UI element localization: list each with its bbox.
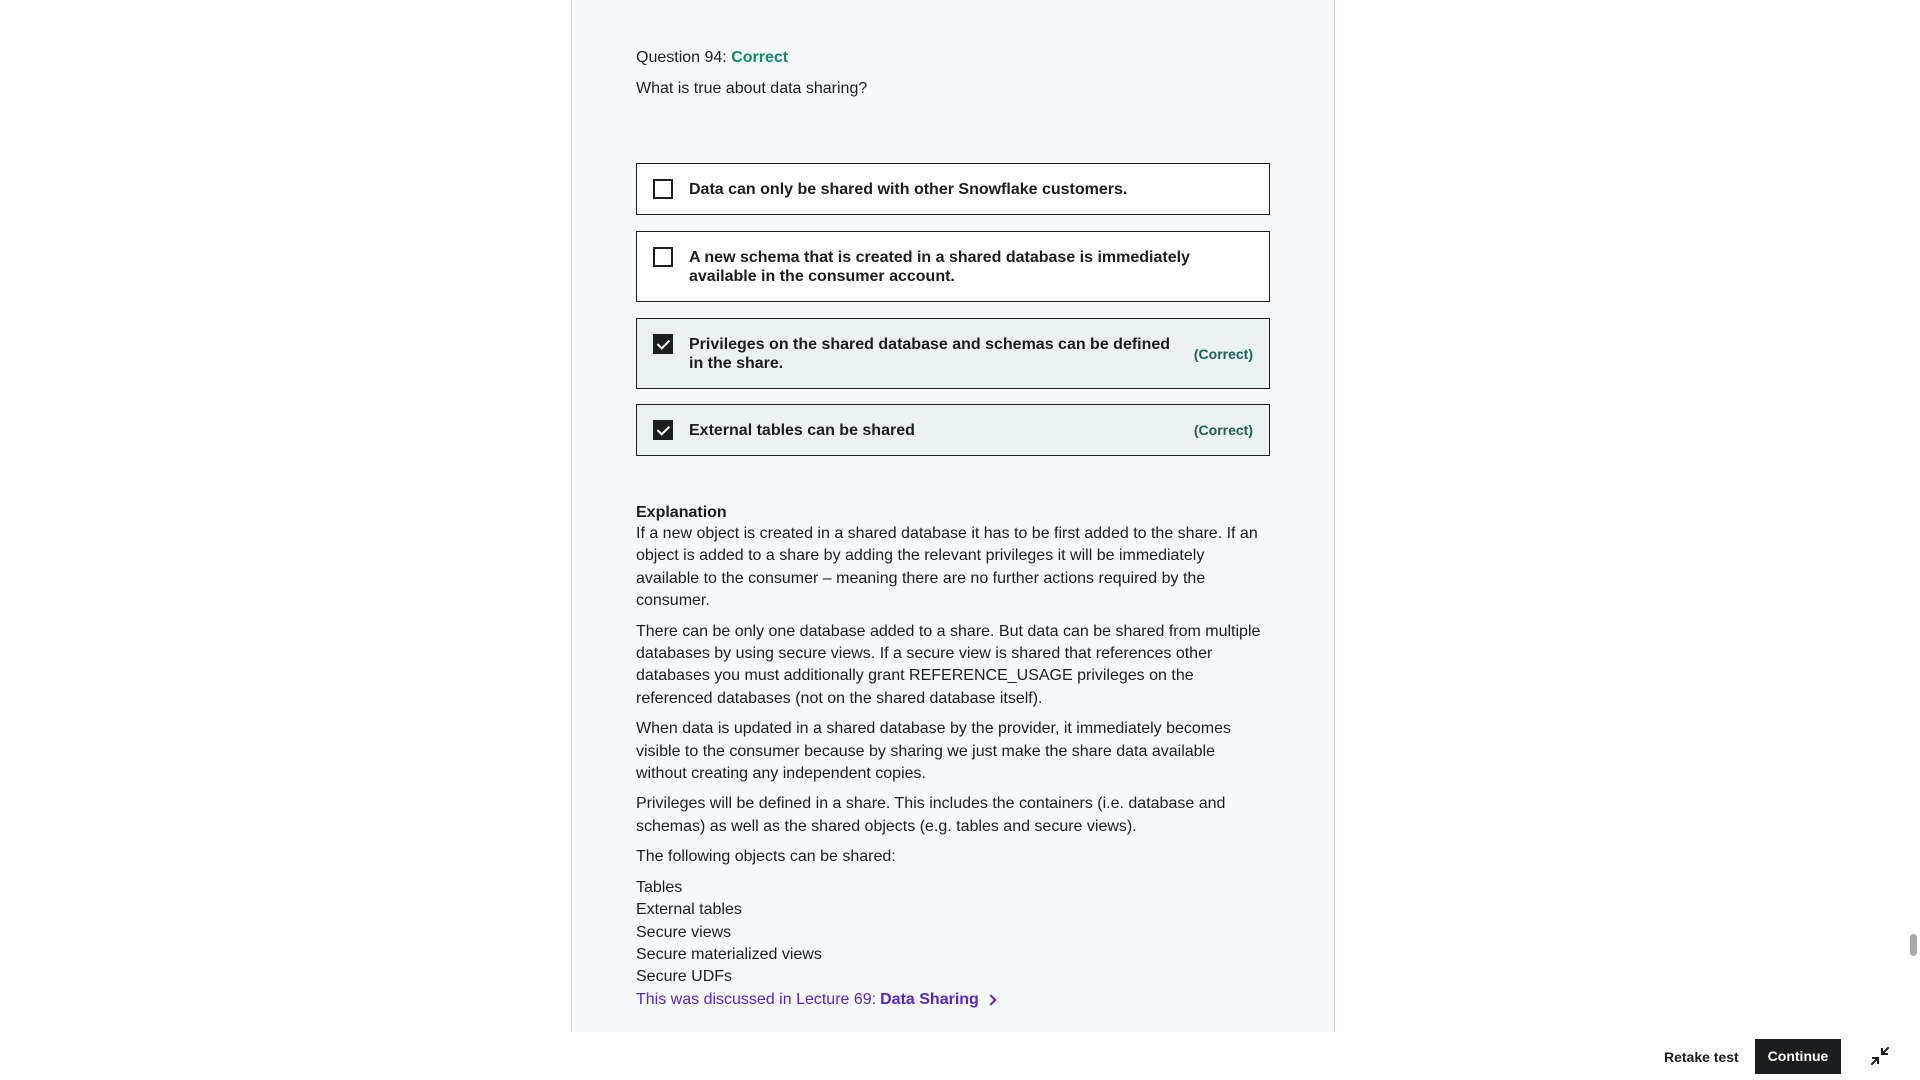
lecture-name: Data Sharing [880, 990, 979, 1008]
scrollbar-thumb[interactable] [1910, 934, 1917, 956]
page-scrollbar[interactable] [1906, 0, 1920, 1080]
list-item: External tables [636, 901, 742, 919]
list-item: Secure materialized views [636, 945, 822, 963]
explanation-paragraph: Privileges will be defined in a share. T… [636, 795, 1226, 835]
list-item: Secure UDFs [636, 968, 733, 986]
correct-tag: (Correct) [1193, 345, 1253, 362]
explanation-paragraph: When data is updated in a shared databas… [636, 720, 1232, 783]
correct-tag: (Correct) [1193, 422, 1253, 438]
answer-option-4: External tables can be shared (Correct) [636, 404, 1270, 456]
chevron-right-icon [985, 994, 997, 1006]
list-item: Secure views [636, 923, 732, 941]
question-header: Question 94: Correct [636, 48, 1270, 68]
answer-option-2: A new schema that is created in a shared… [636, 231, 1270, 302]
list-item: Tables [636, 878, 683, 896]
checkbox-checked-icon [653, 420, 673, 440]
question-status: Correct [731, 49, 789, 66]
explanation-paragraph: There can be only one database added to … [636, 622, 1261, 707]
checkbox-icon [653, 179, 673, 199]
lecture-link[interactable]: This was discussed in Lecture 69: Data S… [636, 989, 997, 1011]
checkbox-checked-icon [653, 334, 673, 354]
question-panel: Question 94: Correct What is true about … [571, 0, 1335, 1032]
answer-text: A new schema that is created in a shared… [689, 249, 1190, 285]
collapse-icon[interactable] [1870, 1046, 1890, 1066]
explanation-paragraph: The following objects can be shared: [636, 848, 896, 866]
explanation: Explanation If a new object is created i… [636, 503, 1270, 1011]
explanation-title: Explanation [636, 504, 727, 521]
checkbox-icon [653, 247, 673, 267]
answer-text: External tables can be shared [689, 422, 915, 439]
question-content: Question 94: Correct What is true about … [636, 48, 1270, 1008]
question-number: Question 94: [636, 49, 727, 66]
collapse-icon-svg [1870, 1046, 1890, 1066]
answer-text: Data can only be shared with other Snowf… [689, 181, 1128, 198]
question-text: What is true about data sharing? [636, 80, 868, 97]
answer-option-3: Privileges on the shared database and sc… [636, 318, 1270, 389]
answer-text: Privileges on the shared database and sc… [689, 336, 1171, 372]
lecture-prefix: This was discussed in Lecture 69: [636, 990, 877, 1008]
explanation-paragraph: If a new object is created in a shared d… [636, 525, 1258, 610]
continue-button[interactable]: Continue [1755, 1039, 1841, 1074]
retake-test-button[interactable]: Retake test [1652, 1040, 1751, 1074]
footer-bar [0, 1032, 1920, 1080]
answer-option-1: Data can only be shared with other Snowf… [636, 163, 1270, 215]
shared-objects-list: Tables External tables Secure views Secu… [636, 877, 1270, 989]
